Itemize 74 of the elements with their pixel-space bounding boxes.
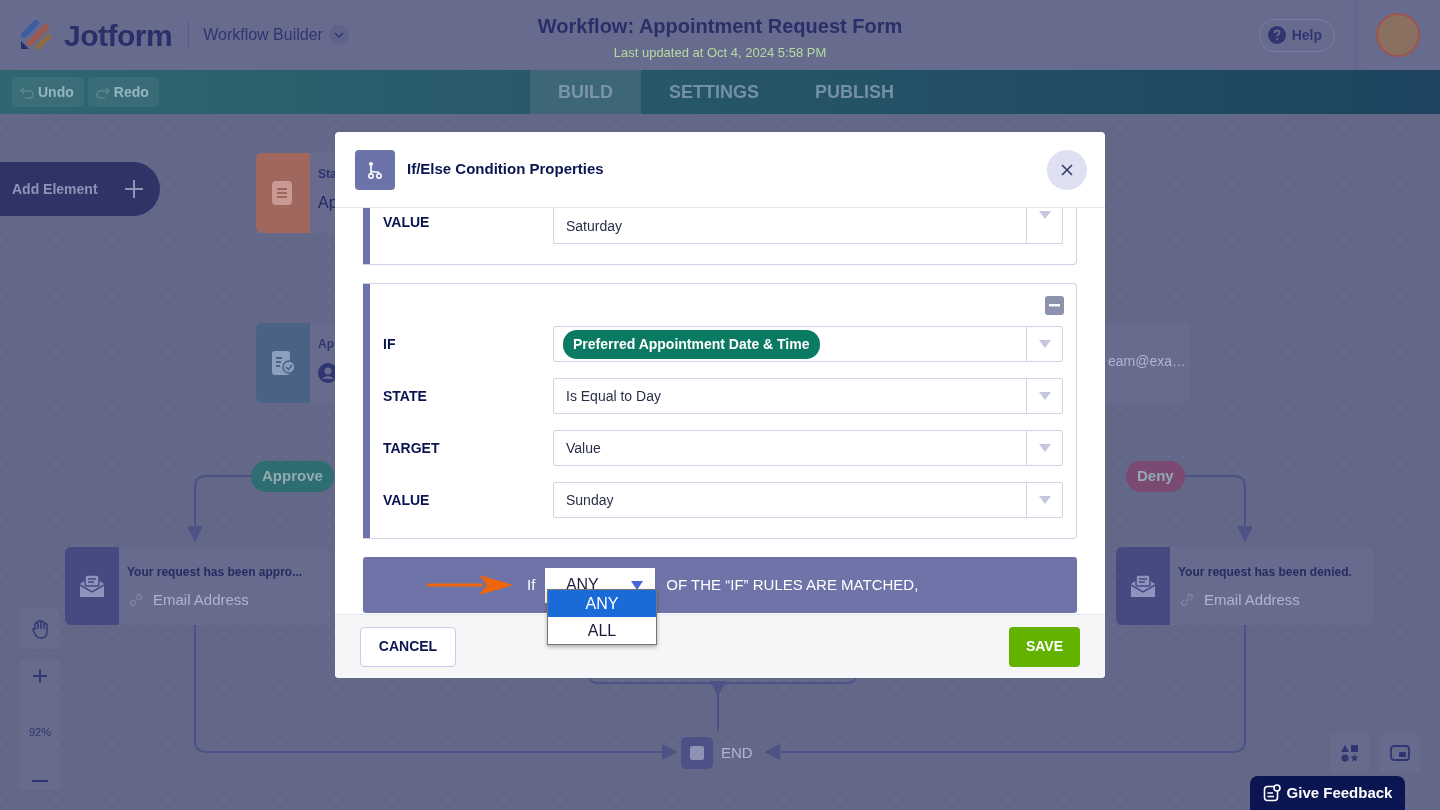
field-label: VALUE xyxy=(383,213,431,232)
close-icon xyxy=(1061,163,1073,176)
field-label: VALUE xyxy=(383,491,431,510)
cancel-button[interactable]: CANCEL xyxy=(360,626,456,667)
give-feedback-button[interactable]: Give Feedback xyxy=(1250,776,1405,810)
shapes-button[interactable] xyxy=(1330,733,1370,773)
hand-icon xyxy=(31,619,49,639)
minimap-button[interactable] xyxy=(1380,733,1420,773)
help-button[interactable]: Help xyxy=(1258,18,1335,52)
close-button[interactable] xyxy=(1047,149,1087,190)
field-tag: Preferred Appointment Date & Time xyxy=(563,329,820,359)
caret-icon xyxy=(1038,340,1051,348)
zoom-in-button[interactable] xyxy=(32,668,48,684)
email-recipient: Email Address xyxy=(1204,590,1300,610)
email-node[interactable]: Your request has been appro... Email Address xyxy=(65,547,330,625)
branch-label: Approve xyxy=(251,461,334,492)
modal-title: If/Else Condition Properties xyxy=(407,159,605,180)
connector-line xyxy=(1182,475,1253,542)
field-label: TARGET xyxy=(383,439,441,458)
logo-icon xyxy=(18,19,52,51)
approval-icon xyxy=(270,350,296,376)
add-element-button[interactable]: Add Element xyxy=(0,162,160,216)
product-name[interactable]: Workflow Builder xyxy=(203,23,323,47)
caret-icon xyxy=(1038,496,1051,504)
caret-icon xyxy=(1038,444,1051,452)
remove-condition-button[interactable] xyxy=(1045,296,1064,315)
feedback-icon xyxy=(1262,784,1281,802)
node-title: Ap xyxy=(318,336,334,353)
pointer-arrow-icon xyxy=(427,573,513,597)
match-suffix: OF THE “IF” RULES ARE MATCHED, xyxy=(666,574,919,595)
plus-icon xyxy=(124,179,144,199)
dropdown-field[interactable]: Sunday xyxy=(553,482,1063,518)
dropdown-option[interactable]: ANY xyxy=(548,590,656,617)
tab[interactable]: PUBLISH xyxy=(787,70,923,114)
save-button[interactable]: SAVE xyxy=(1009,626,1080,667)
logo-text: Jotform xyxy=(64,17,173,54)
condition-accent-bar xyxy=(363,208,370,264)
hand-tool-button[interactable] xyxy=(20,609,60,649)
email-subject: Your request has been appro... xyxy=(127,564,303,581)
caret-icon xyxy=(1038,211,1051,219)
end-label: END xyxy=(721,742,753,763)
tab[interactable]: BUILD xyxy=(530,70,641,114)
field-label: STATE xyxy=(383,387,428,406)
email-recipient: Email Address xyxy=(153,590,249,610)
tab[interactable]: SETTINGS xyxy=(641,70,787,114)
connector-line xyxy=(187,475,252,542)
field-label: IF xyxy=(383,335,397,354)
dropdown-option[interactable]: ALL xyxy=(548,617,656,644)
minimap-icon xyxy=(1390,745,1410,761)
envelope-icon xyxy=(79,573,105,599)
workflow-title: Workflow: Appointment Request Form xyxy=(537,14,903,38)
branch-label: Deny xyxy=(1126,461,1185,492)
dropdown-field[interactable]: Is Equal to Day xyxy=(553,378,1063,414)
match-prefix: If xyxy=(527,574,536,595)
chevron-icon[interactable] xyxy=(328,25,349,45)
dropdown-field[interactable]: Value xyxy=(553,430,1063,466)
minus-icon xyxy=(32,780,48,782)
envelope-icon xyxy=(1130,573,1156,599)
shapes-icon xyxy=(1341,744,1359,762)
plus-icon xyxy=(32,668,48,684)
redo-icon xyxy=(95,85,110,99)
last-updated-text: Last updated at Oct 4, 2024 5:58 PM xyxy=(613,45,827,60)
email-node[interactable]: Your request has been denied. Email Address xyxy=(1116,547,1373,625)
caret-icon xyxy=(1038,392,1051,400)
end-node-icon xyxy=(681,737,713,769)
help-icon xyxy=(1267,26,1286,44)
avatar[interactable] xyxy=(1376,13,1420,57)
dropdown-field[interactable]: Preferred Appointment Date & Time xyxy=(553,326,1063,362)
email-subject: Your request has been denied. xyxy=(1178,564,1352,581)
branch-icon xyxy=(355,149,395,190)
assignee-text: eam@exa… xyxy=(1107,352,1186,371)
minus-icon xyxy=(1049,304,1060,307)
dropdown-field[interactable]: Saturday xyxy=(553,208,1063,244)
undo-icon xyxy=(20,85,34,99)
